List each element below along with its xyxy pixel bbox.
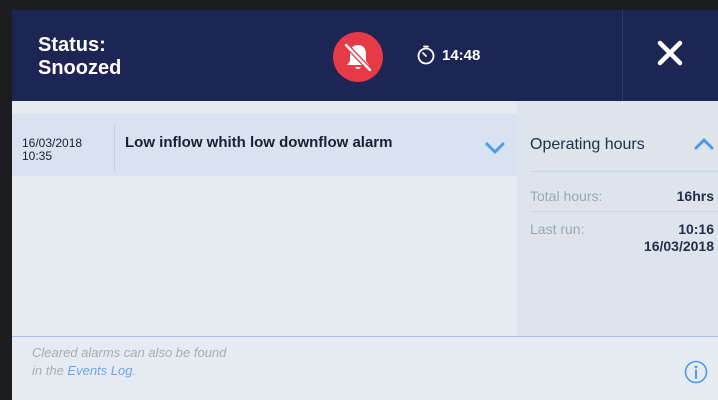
hours-row-divider xyxy=(530,211,718,212)
last-run-date: 16/03/2018 xyxy=(643,238,714,254)
footer-divider xyxy=(12,336,718,337)
status-value: Snoozed xyxy=(38,57,122,79)
cleared-alarms-note: Cleared alarms can also be found in the … xyxy=(32,344,226,380)
chevron-up-icon[interactable] xyxy=(693,137,715,151)
stopwatch-icon xyxy=(417,45,435,65)
close-button[interactable] xyxy=(623,10,718,101)
note-suffix: . xyxy=(132,363,137,378)
close-icon xyxy=(657,40,683,66)
note-line-1: Cleared alarms can also be found xyxy=(32,345,227,360)
operating-hours-panel: Operating hours Total hours: 16hrs Last … xyxy=(517,101,718,337)
last-run-time: 10:16 xyxy=(678,221,714,237)
hours-divider xyxy=(530,171,718,172)
note-line-2: in the Events Log. xyxy=(32,362,226,380)
status-title: Status: xyxy=(38,34,106,56)
last-run-value: 10:16 16/03/2018 xyxy=(644,221,714,255)
total-hours-value: 16hrs xyxy=(676,188,714,204)
snooze-timer: 14:48 xyxy=(416,45,480,65)
last-run-label: Last run: xyxy=(530,221,585,237)
alarm-separator xyxy=(114,124,115,172)
header-bar: Status: Snoozed 14:48 xyxy=(12,10,718,101)
operating-hours-title[interactable]: Operating hours xyxy=(530,136,645,154)
alarm-list-item[interactable]: 16/03/2018 10:35 Low inflow whith low do… xyxy=(12,114,517,176)
total-hours-label: Total hours: xyxy=(530,188,603,204)
timer-value: 14:48 xyxy=(442,46,481,64)
bell-slash-icon xyxy=(343,42,373,73)
info-icon[interactable] xyxy=(684,360,708,384)
alarm-time: 10:35 xyxy=(22,149,53,163)
note-prefix: in the xyxy=(32,363,68,378)
status-label: Status: Snoozed xyxy=(38,34,121,80)
snooze-bell-button[interactable] xyxy=(333,32,383,82)
alarm-message: Low inflow whith low downflow alarm xyxy=(125,134,393,151)
alarm-timestamp: 16/03/2018 10:35 xyxy=(22,137,82,163)
chevron-down-icon[interactable] xyxy=(484,141,506,155)
device-screen: Status: Snoozed 14:48 16/03/2018 10:35 L… xyxy=(12,10,718,400)
events-log-link[interactable]: Events Log xyxy=(67,363,132,378)
